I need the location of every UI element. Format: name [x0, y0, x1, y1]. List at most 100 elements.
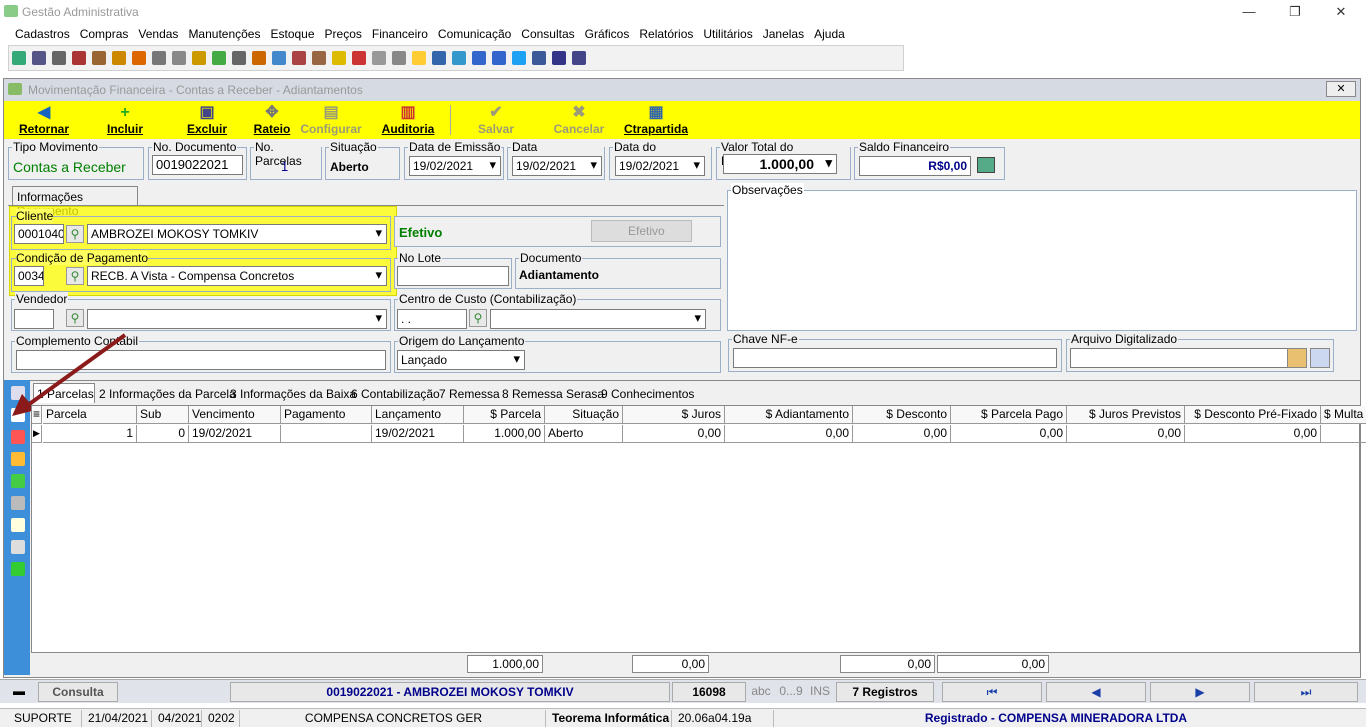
centro-custo-code-field[interactable]: . . — [397, 309, 467, 329]
search-icon[interactable]: ⚲ — [66, 309, 84, 327]
print-icon[interactable] — [11, 540, 25, 554]
first-record-button[interactable]: ⏮ — [942, 682, 1042, 702]
box-icon[interactable] — [92, 51, 106, 65]
last-record-button[interactable]: ⏭ — [1254, 682, 1358, 702]
tab-remessa[interactable]: 7 Remessa — [439, 387, 500, 401]
condicao-code-field[interactable]: 0034 — [14, 266, 44, 286]
cash-icon[interactable] — [977, 157, 995, 173]
menu-consultas[interactable]: Consultas — [516, 24, 579, 41]
centro-custo-select[interactable] — [490, 309, 706, 329]
grid-cell[interactable]: 0,00 — [1067, 425, 1185, 443]
grid-cell[interactable] — [281, 425, 372, 443]
cut-icon[interactable] — [11, 496, 25, 510]
no-lote-field[interactable] — [397, 266, 509, 286]
column-header[interactable]: $ Desconto — [853, 406, 951, 424]
origem-select[interactable]: Lançado — [397, 350, 525, 370]
data-movimento-picker[interactable]: 19/02/2021 — [615, 156, 705, 176]
configurar-button[interactable]: ▤ Configurar — [298, 101, 364, 139]
grid-cell[interactable]: 0,00 — [623, 425, 725, 443]
calendar-icon[interactable] — [252, 51, 266, 65]
magnifier-icon[interactable] — [1310, 348, 1330, 368]
tools-icon[interactable] — [192, 51, 206, 65]
menu-estoque[interactable]: Estoque — [265, 24, 319, 41]
menu-graficos[interactable]: Gráficos — [580, 24, 635, 41]
menu-compras[interactable]: Compras — [75, 24, 134, 41]
retornar-button[interactable]: ◀ Retornar — [14, 101, 74, 139]
anchor-icon[interactable] — [432, 51, 446, 65]
valor-total-field[interactable]: 1.000,00 — [723, 154, 837, 174]
menu-janelas[interactable]: Janelas — [758, 24, 809, 41]
tab-informacoes-documento[interactable]: Informações Documento — [12, 186, 138, 218]
column-header[interactable]: $ Desconto Pré-Fixado — [1185, 406, 1321, 424]
salvar-button[interactable]: ✔ Salvar — [466, 101, 526, 139]
plant-icon[interactable] — [12, 51, 26, 65]
grid-cell[interactable]: Aberto — [545, 425, 623, 443]
at-icon[interactable] — [452, 51, 466, 65]
keyboard-icon[interactable]: ▬ — [4, 682, 34, 702]
next-record-button[interactable]: ▶ — [1150, 682, 1250, 702]
notes-icon[interactable] — [292, 51, 306, 65]
column-header[interactable]: Pagamento — [281, 406, 372, 424]
grid-cell[interactable]: 0,00 — [951, 425, 1067, 443]
people-icon[interactable] — [32, 51, 46, 65]
data-emissao-picker[interactable]: 19/02/2021 — [409, 156, 501, 176]
menu-vendas[interactable]: Vendas — [133, 24, 183, 41]
network-icon[interactable] — [52, 51, 66, 65]
vendedor-select[interactable] — [87, 309, 387, 329]
column-header[interactable]: Lançamento — [372, 406, 464, 424]
column-header[interactable]: Vencimento — [189, 406, 281, 424]
menu-cadastros[interactable]: Cadastros — [10, 24, 75, 41]
alert-icon[interactable] — [11, 430, 25, 444]
printer-icon[interactable] — [352, 51, 366, 65]
menu-utilitarios[interactable]: Utilitários — [698, 24, 757, 41]
grid-cell[interactable]: 19/02/2021 — [189, 425, 281, 443]
lock-icon[interactable] — [332, 51, 346, 65]
tab-contabilizacao[interactable]: 6 Contabilização — [351, 387, 440, 401]
vendedor-code-field[interactable] — [14, 309, 54, 329]
column-header[interactable]: $ Juros — [623, 406, 725, 424]
close-window-button[interactable]: ✕ — [1326, 81, 1356, 97]
coins-icon[interactable] — [11, 452, 25, 466]
search-icon[interactable]: ⚲ — [469, 309, 487, 327]
column-header[interactable]: $ Adiantamento — [725, 406, 853, 424]
cliente-name-select[interactable]: AMBROZEI MOKOSY TOMKIV — [87, 224, 387, 244]
cancelar-button[interactable]: ✖ Cancelar — [548, 101, 610, 139]
auditoria-button[interactable]: ▥ Auditoria — [377, 101, 439, 139]
target-icon[interactable] — [132, 51, 146, 65]
exit-icon[interactable] — [572, 51, 586, 65]
feather-icon[interactable] — [492, 51, 506, 65]
no-documento-field[interactable]: 0019022021 — [152, 155, 243, 175]
search-icon[interactable]: ⚲ — [66, 267, 84, 285]
column-header[interactable]: $ Parcela Pago — [951, 406, 1067, 424]
previous-record-button[interactable]: ◀ — [1046, 682, 1146, 702]
close-app-button[interactable]: ✕ — [1318, 0, 1364, 24]
book-icon[interactable] — [112, 51, 126, 65]
ctrapartida-button[interactable]: ▦ Ctrapartida — [618, 101, 694, 139]
grid-cell[interactable]: 19/02/2021 — [372, 425, 464, 443]
monitor-icon[interactable] — [552, 51, 566, 65]
menu-ajuda[interactable]: Ajuda — [809, 24, 850, 41]
grid-cell[interactable] — [1321, 425, 1366, 443]
grid-cell[interactable]: 0,00 — [853, 425, 951, 443]
efetivo-button[interactable]: Efetivo — [591, 220, 692, 242]
column-header[interactable]: $ Juros Previstos — [1067, 406, 1185, 424]
facebook-icon[interactable] — [532, 51, 546, 65]
observacoes-group[interactable]: Observações — [727, 183, 1357, 331]
grid-cell[interactable]: 0,00 — [725, 425, 853, 443]
column-header[interactable]: Parcela — [43, 406, 137, 424]
tree-icon[interactable] — [152, 51, 166, 65]
minimize-button[interactable]: — — [1226, 0, 1272, 24]
excluir-button[interactable]: ▣ Excluir — [182, 101, 232, 139]
user-add-icon[interactable] — [392, 51, 406, 65]
rateio-button[interactable]: ✥ Rateio — [247, 101, 297, 139]
globe-icon[interactable] — [372, 51, 386, 65]
grid-cell[interactable]: 1 — [43, 425, 137, 443]
grid-cell[interactable]: 1.000,00 — [464, 425, 545, 443]
chat-icon[interactable] — [472, 51, 486, 65]
tab-conhecimentos[interactable]: 9 Conhecimentos — [601, 387, 694, 401]
search-icon[interactable]: ⚲ — [66, 225, 84, 243]
grid-cell[interactable]: 0 — [137, 425, 189, 443]
settings-icon[interactable] — [232, 51, 246, 65]
menu-comunicacao[interactable]: Comunicação — [433, 24, 516, 41]
arquivo-field[interactable] — [1070, 348, 1288, 368]
